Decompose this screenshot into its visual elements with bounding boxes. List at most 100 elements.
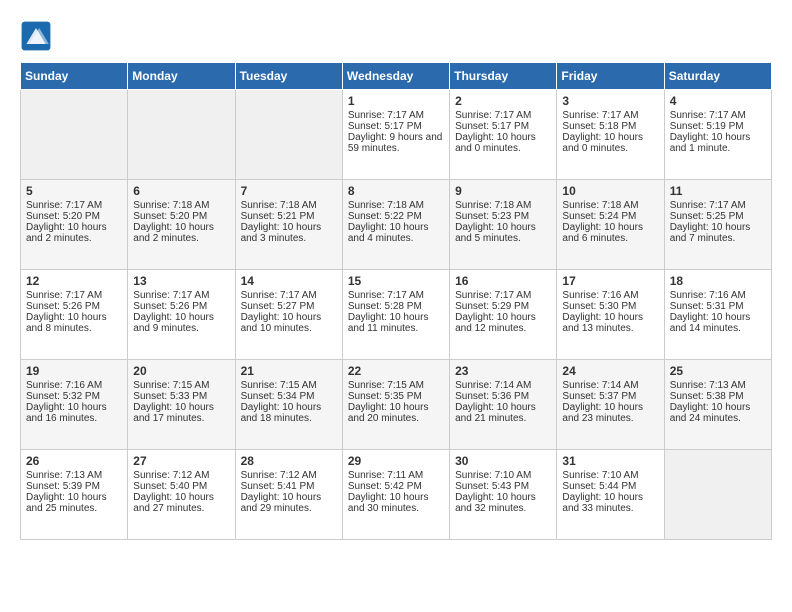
day-info: Daylight: 10 hours and 9 minutes. <box>133 312 229 334</box>
day-info: Sunrise: 7:10 AM <box>562 470 658 481</box>
day-number: 17 <box>562 274 658 288</box>
day-number: 3 <box>562 94 658 108</box>
day-number: 22 <box>348 364 444 378</box>
day-info: Sunrise: 7:12 AM <box>241 470 337 481</box>
day-number: 19 <box>26 364 122 378</box>
calendar-cell: 15Sunrise: 7:17 AMSunset: 5:28 PMDayligh… <box>342 270 449 360</box>
day-info: Sunrise: 7:16 AM <box>26 380 122 391</box>
day-number: 9 <box>455 184 551 198</box>
calendar-cell: 30Sunrise: 7:10 AMSunset: 5:43 PMDayligh… <box>450 450 557 540</box>
day-info: Sunrise: 7:14 AM <box>455 380 551 391</box>
day-info: Sunset: 5:37 PM <box>562 391 658 402</box>
week-row-2: 5Sunrise: 7:17 AMSunset: 5:20 PMDaylight… <box>21 180 772 270</box>
day-info: Sunset: 5:27 PM <box>241 301 337 312</box>
day-info: Sunset: 5:22 PM <box>348 211 444 222</box>
calendar-cell: 16Sunrise: 7:17 AMSunset: 5:29 PMDayligh… <box>450 270 557 360</box>
day-info: Sunrise: 7:17 AM <box>670 200 766 211</box>
day-info: Sunrise: 7:17 AM <box>133 290 229 301</box>
day-info: Daylight: 10 hours and 10 minutes. <box>241 312 337 334</box>
day-number: 7 <box>241 184 337 198</box>
day-info: Sunrise: 7:17 AM <box>455 290 551 301</box>
day-info: Sunset: 5:19 PM <box>670 121 766 132</box>
calendar-cell <box>128 90 235 180</box>
calendar-cell: 11Sunrise: 7:17 AMSunset: 5:25 PMDayligh… <box>664 180 771 270</box>
calendar-cell: 20Sunrise: 7:15 AMSunset: 5:33 PMDayligh… <box>128 360 235 450</box>
calendar-cell: 26Sunrise: 7:13 AMSunset: 5:39 PMDayligh… <box>21 450 128 540</box>
calendar-cell: 5Sunrise: 7:17 AMSunset: 5:20 PMDaylight… <box>21 180 128 270</box>
day-info: Daylight: 10 hours and 0 minutes. <box>562 132 658 154</box>
day-number: 26 <box>26 454 122 468</box>
day-info: Sunrise: 7:17 AM <box>348 110 444 121</box>
day-info: Sunrise: 7:18 AM <box>241 200 337 211</box>
calendar-cell <box>235 90 342 180</box>
calendar-cell: 12Sunrise: 7:17 AMSunset: 5:26 PMDayligh… <box>21 270 128 360</box>
day-number: 23 <box>455 364 551 378</box>
day-info: Sunrise: 7:17 AM <box>348 290 444 301</box>
calendar-cell: 9Sunrise: 7:18 AMSunset: 5:23 PMDaylight… <box>450 180 557 270</box>
day-info: Daylight: 10 hours and 0 minutes. <box>455 132 551 154</box>
col-header-saturday: Saturday <box>664 63 771 90</box>
day-info: Sunset: 5:20 PM <box>26 211 122 222</box>
day-info: Sunrise: 7:13 AM <box>26 470 122 481</box>
day-number: 2 <box>455 94 551 108</box>
day-info: Daylight: 10 hours and 13 minutes. <box>562 312 658 334</box>
calendar-cell: 8 Sunrise: 7:18 AMSunset: 5:22 PMDaylight… <box>342 180 449 270</box>
day-info: Sunset: 5:21 PM <box>241 211 337 222</box>
calendar-cell: 14Sunrise: 7:17 AMSunset: 5:27 PMDayligh… <box>235 270 342 360</box>
day-info: Sunrise: 7:16 AM <box>562 290 658 301</box>
day-number: 16 <box>455 274 551 288</box>
day-info: Sunrise: 7:17 AM <box>455 110 551 121</box>
col-header-tuesday: Tuesday <box>235 63 342 90</box>
day-number: 6 <box>133 184 229 198</box>
day-info: Daylight: 10 hours and 14 minutes. <box>670 312 766 334</box>
day-info: Sunset: 5:20 PM <box>133 211 229 222</box>
week-row-3: 12Sunrise: 7:17 AMSunset: 5:26 PMDayligh… <box>21 270 772 360</box>
week-row-5: 26 Sunrise: 7:13 AMSunset: 5:39 PM Dayligh… <box>21 450 772 540</box>
day-info: Daylight: 9 hours and 59 minutes. <box>348 132 444 154</box>
day-info: Daylight: 10 hours and 30 minutes. <box>348 492 444 514</box>
day-info: Daylight: 10 hours and 12 minutes. <box>455 312 551 334</box>
day-info: Sunrise: 7:17 AM <box>241 290 337 301</box>
calendar-cell: 4Sunrise: 7:17 AMSunset: 5:19 PMDaylight… <box>664 90 771 180</box>
page-header <box>20 20 772 52</box>
day-info: Sunset: 5:33 PM <box>133 391 229 402</box>
calendar-cell: 1Sunrise: 7:17 AMSunset: 5:17 PMDaylight… <box>342 90 449 180</box>
day-info: Daylight: 10 hours and 8 minutes. <box>26 312 122 334</box>
day-info: Sunrise: 7:18 AM <box>133 200 229 211</box>
day-info: Sunrise: 7:18 AM <box>348 200 444 211</box>
day-number: 31 <box>562 454 658 468</box>
calendar-cell: 25Sunrise: 7:13 AMSunset: 5:38 PMDayligh… <box>664 360 771 450</box>
logo <box>20 20 56 52</box>
day-info: Daylight: 10 hours and 7 minutes. <box>670 222 766 244</box>
day-number: 24 <box>562 364 658 378</box>
day-number: 21 <box>241 364 337 378</box>
col-header-sunday: Sunday <box>21 63 128 90</box>
calendar-cell <box>21 90 128 180</box>
calendar-cell: 24Sunrise: 7:14 AMSunset: 5:37 PMDayligh… <box>557 360 664 450</box>
day-info: Daylight: 10 hours and 21 minutes. <box>455 402 551 424</box>
day-info: Daylight: 10 hours and 4 minutes. <box>348 222 444 244</box>
day-info: Daylight: 10 hours and 20 minutes. <box>348 402 444 424</box>
logo-icon <box>20 20 52 52</box>
day-info: Daylight: 10 hours and 17 minutes. <box>133 402 229 424</box>
day-info: Sunset: 5:35 PM <box>348 391 444 402</box>
day-info: Sunset: 5:39 PM <box>26 481 122 492</box>
day-info: Daylight: 10 hours and 1 minute. <box>670 132 766 154</box>
day-info: Sunset: 5:23 PM <box>455 211 551 222</box>
day-number: 1 <box>348 94 444 108</box>
col-header-friday: Friday <box>557 63 664 90</box>
day-info: Sunrise: 7:17 AM <box>670 110 766 121</box>
day-info: Sunset: 5:42 PM <box>348 481 444 492</box>
calendar-cell: 23Sunrise: 7:14 AMSunset: 5:36 PMDayligh… <box>450 360 557 450</box>
day-info: Sunrise: 7:16 AM <box>670 290 766 301</box>
calendar-cell: 22Sunrise: 7:15 AMSunset: 5:35 PMDayligh… <box>342 360 449 450</box>
day-number: 8 <box>348 184 444 198</box>
day-info: Sunrise: 7:10 AM <box>455 470 551 481</box>
calendar-cell: 7Sunrise: 7:18 AMSunset: 5:21 PMDaylight… <box>235 180 342 270</box>
day-info: Sunset: 5:26 PM <box>26 301 122 312</box>
day-info: Sunset: 5:40 PM <box>133 481 229 492</box>
calendar-table: SundayMondayTuesdayWednesdayThursdayFrid… <box>20 62 772 540</box>
day-number: 13 <box>133 274 229 288</box>
calendar-cell: 10Sunrise: 7:18 AMSunset: 5:24 PMDayligh… <box>557 180 664 270</box>
day-info: Sunset: 5:34 PM <box>241 391 337 402</box>
